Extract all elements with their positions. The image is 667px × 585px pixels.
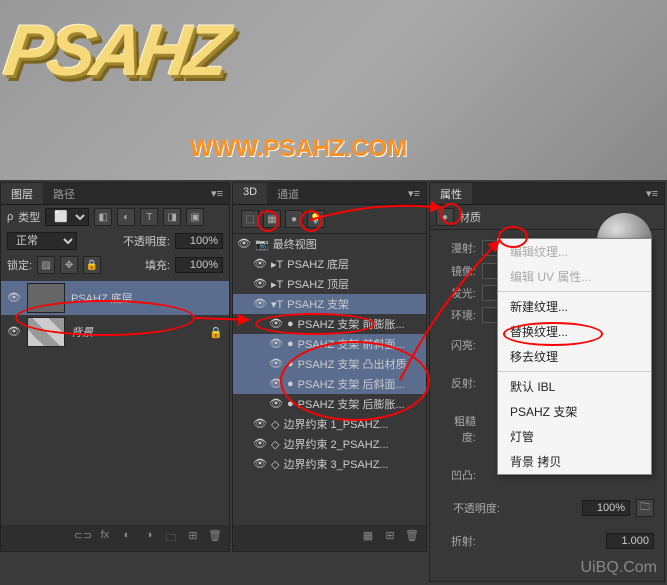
shine-label: 闪亮: bbox=[440, 337, 476, 353]
fill-label: 填充: bbox=[145, 257, 170, 273]
layer-thumb bbox=[27, 317, 65, 347]
watermark: UiBQ.Com bbox=[581, 559, 657, 577]
opacity-label: 不透明度: bbox=[440, 500, 500, 516]
3d-item[interactable]: 👁●PSAHZ 支架 后膨胀... bbox=[233, 394, 426, 414]
layer-name: PSAHZ 底层 bbox=[71, 290, 133, 306]
3d-item[interactable]: 👁●PSAHZ 支架 后斜面... bbox=[233, 374, 426, 394]
3d-item[interactable]: 👁📷最终视图 bbox=[233, 234, 426, 254]
group-icon[interactable]: 🗀 bbox=[161, 529, 181, 547]
tab-paths[interactable]: 路径 bbox=[43, 183, 85, 204]
tex-icon[interactable]: 🗀 bbox=[636, 499, 654, 517]
blend-mode-select[interactable]: 正常 bbox=[7, 232, 77, 250]
3d-list: 👁📷最终视图 👁▸TPSAHZ 底层 👁▸TPSAHZ 顶层 👁▾TPSAHZ … bbox=[233, 234, 426, 474]
lock-icon: 🔒 bbox=[209, 326, 223, 339]
diffuse-label: 漫射: bbox=[440, 240, 476, 256]
menu-psahz[interactable]: PSAHZ 支架 bbox=[498, 399, 651, 424]
mask-icon[interactable]: ◐ bbox=[117, 529, 137, 547]
lock-all-icon[interactable]: 🔒 bbox=[83, 256, 101, 274]
3d-item[interactable]: 👁◇边界约束 1_PSAHZ... bbox=[233, 414, 426, 434]
render-icon[interactable]: ▦ bbox=[358, 529, 378, 547]
specular-label: 镜像: bbox=[440, 263, 476, 279]
menu-edit-texture[interactable]: 编辑纹理... bbox=[498, 239, 651, 264]
3d-item[interactable]: 👁◇边界约束 2_PSAHZ... bbox=[233, 434, 426, 454]
layer-item[interactable]: 👁 背景 🔒 bbox=[1, 315, 229, 349]
layers-panel: 图层 路径 ▾≡ ρ 类型 ⬜ ◧ ◐ T ◨ ▣ 正常 不透明度: 锁定: ▨… bbox=[0, 182, 230, 552]
new-icon[interactable]: ⊞ bbox=[183, 529, 203, 547]
3d-item[interactable]: 👁▸TPSAHZ 顶层 bbox=[233, 274, 426, 294]
filter-icon[interactable]: ◐ bbox=[117, 208, 135, 226]
filter-icon[interactable]: ▣ bbox=[186, 208, 204, 226]
filter-icon[interactable]: ◨ bbox=[163, 208, 181, 226]
reflect-label: 反射: bbox=[440, 375, 476, 391]
layer-name: 背景 bbox=[71, 324, 93, 340]
ambient-label: 环境: bbox=[440, 307, 476, 323]
tab-properties[interactable]: 属性 bbox=[430, 183, 472, 204]
adjust-icon[interactable]: ◑ bbox=[139, 529, 159, 547]
layer-list: 👁 PSAHZ 底层 👁 背景 🔒 bbox=[1, 277, 229, 353]
opacity-input[interactable] bbox=[582, 500, 630, 516]
lock-icon[interactable]: ▨ bbox=[37, 256, 55, 274]
3d-item[interactable]: 👁◇边界约束 3_PSAHZ... bbox=[233, 454, 426, 474]
menu-tube[interactable]: 灯管 bbox=[498, 424, 651, 449]
url-overlay: WWW.PSAHZ.COM bbox=[190, 135, 407, 163]
3d-item[interactable]: 👁●PSAHZ 支架 前膨胀... bbox=[233, 314, 426, 334]
opacity-input[interactable] bbox=[175, 233, 223, 249]
refraction-input[interactable] bbox=[606, 533, 654, 549]
filter-material-icon[interactable]: ● bbox=[285, 210, 303, 228]
visibility-icon[interactable]: 👁 bbox=[7, 291, 21, 305]
3d-item[interactable]: 👁●PSAHZ 支架 凸出材质 bbox=[233, 354, 426, 374]
filter-mesh-icon[interactable]: ▦ bbox=[263, 210, 281, 228]
texture-context-menu: 编辑纹理... 编辑 UV 属性... 新建纹理... 替换纹理... 移去纹理… bbox=[497, 238, 652, 475]
trash-icon[interactable]: 🗑 bbox=[205, 529, 225, 547]
filter-icon[interactable]: ◧ bbox=[94, 208, 112, 226]
filter-type-select[interactable]: ⬜ bbox=[45, 208, 89, 226]
fx-icon[interactable]: fx bbox=[95, 529, 115, 547]
bump-label: 凹凸: bbox=[440, 467, 476, 483]
tab-layers[interactable]: 图层 bbox=[1, 183, 43, 204]
filter-icon[interactable]: T bbox=[140, 208, 158, 226]
link-icon[interactable]: ⊂⊃ bbox=[73, 529, 93, 547]
panel-menu-icon[interactable]: ▾≡ bbox=[205, 183, 229, 204]
3d-item[interactable]: 👁▸TPSAHZ 底层 bbox=[233, 254, 426, 274]
menu-default-ibl[interactable]: 默认 IBL bbox=[498, 374, 651, 399]
3d-item[interactable]: 👁▾TPSAHZ 支架 bbox=[233, 294, 426, 314]
visibility-icon[interactable]: 👁 bbox=[7, 325, 21, 339]
menu-replace-texture[interactable]: 替换纹理... bbox=[498, 319, 651, 344]
opacity-label: 不透明度: bbox=[123, 233, 170, 249]
filter-scene-icon[interactable]: ⬚ bbox=[241, 210, 259, 228]
menu-bg-copy[interactable]: 背景 拷贝 bbox=[498, 449, 651, 474]
layer-thumb bbox=[27, 283, 65, 313]
trash-icon[interactable]: 🗑 bbox=[402, 529, 422, 547]
refraction-label: 折射: bbox=[440, 533, 476, 549]
tab-3d[interactable]: 3D bbox=[233, 183, 267, 204]
3d-panel: 3D 通道 ▾≡ ⬚ ▦ ● 💡 👁📷最终视图 👁▸TPSAHZ 底层 👁▸TP… bbox=[232, 182, 427, 552]
filter-type-label: 类型 bbox=[18, 209, 40, 225]
tab-channels[interactable]: 通道 bbox=[267, 183, 309, 204]
filter-light-icon[interactable]: 💡 bbox=[307, 210, 325, 228]
panel-menu-icon[interactable]: ▾≡ bbox=[402, 183, 426, 204]
menu-remove-texture[interactable]: 移去纹理 bbox=[498, 344, 651, 369]
3d-text: PSAHZ bbox=[0, 10, 230, 92]
3d-preview: PSAHZ WWW.PSAHZ.COM bbox=[0, 0, 667, 180]
glow-label: 发光: bbox=[440, 285, 476, 301]
panel-menu-icon[interactable]: ▾≡ bbox=[640, 183, 664, 204]
menu-new-texture[interactable]: 新建纹理... bbox=[498, 294, 651, 319]
fill-input[interactable] bbox=[175, 257, 223, 273]
layer-item[interactable]: 👁 PSAHZ 底层 bbox=[1, 281, 229, 315]
rough-label: 粗糙度: bbox=[440, 413, 476, 445]
lock-label: 锁定: bbox=[7, 257, 32, 273]
material-icon[interactable]: ● bbox=[436, 208, 454, 226]
panel-title: 材质 bbox=[459, 209, 481, 225]
lock-pos-icon[interactable]: ✥ bbox=[60, 256, 78, 274]
3d-item[interactable]: 👁●PSAHZ 支架 前斜面... bbox=[233, 334, 426, 354]
new-icon[interactable]: ⊞ bbox=[380, 529, 400, 547]
menu-edit-uv[interactable]: 编辑 UV 属性... bbox=[498, 264, 651, 289]
